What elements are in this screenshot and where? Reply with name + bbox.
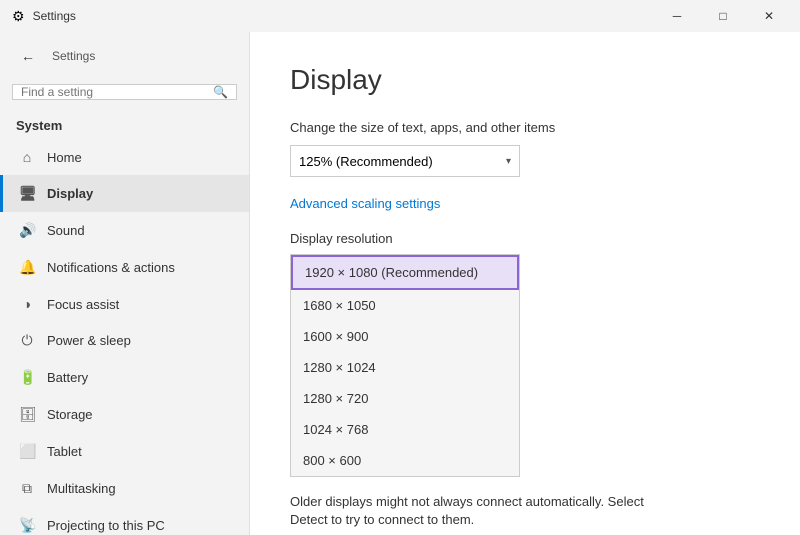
scale-chevron-icon: ▾ <box>506 156 511 167</box>
sidebar-item-focus[interactable]: ◑ Focus assist <box>0 286 249 322</box>
sidebar-item-tablet[interactable]: ⬜ Tablet <box>0 433 249 470</box>
page-title: Display <box>290 64 760 96</box>
sidebar-item-label-focus: Focus assist <box>47 297 119 312</box>
sidebar-item-battery[interactable]: 🔋 Battery <box>0 359 249 396</box>
sidebar-item-label-notifications: Notifications & actions <box>47 260 175 275</box>
maximize-button[interactable]: □ <box>700 0 746 32</box>
app-body: ← Settings 🔍 System ⌂ Home 🖥 Display 🔊 S… <box>0 32 800 535</box>
search-box[interactable]: 🔍 <box>12 84 237 100</box>
settings-icon: ⚙ <box>12 8 25 25</box>
detect-note: Older displays might not always connect … <box>290 493 650 529</box>
resolution-dropdown-wrapper: 1920 × 1080 (Recommended) 1680 × 1050 16… <box>290 254 520 477</box>
sidebar-section-label: System <box>0 112 249 139</box>
sidebar-item-sound[interactable]: 🔊 Sound <box>0 212 249 249</box>
back-button[interactable]: ← <box>12 40 44 72</box>
content-area: Display Change the size of text, apps, a… <box>250 32 800 535</box>
sidebar-item-label-battery: Battery <box>47 370 88 385</box>
resolution-option-1024[interactable]: 1024 × 768 <box>291 414 519 445</box>
title-bar-left: ⚙ Settings <box>12 8 76 25</box>
advanced-scaling-link[interactable]: Advanced scaling settings <box>290 196 440 211</box>
sidebar-item-label-display: Display <box>47 186 93 201</box>
sidebar-item-label-projecting: Projecting to this PC <box>47 518 165 533</box>
sidebar-item-power[interactable]: ⏻ Power & sleep <box>0 322 249 359</box>
home-icon: ⌂ <box>19 149 35 165</box>
sidebar-item-label-multitasking: Multitasking <box>47 481 116 496</box>
resolution-dropdown-open[interactable]: 1920 × 1080 (Recommended) 1680 × 1050 16… <box>290 254 520 477</box>
projecting-icon: 📡 <box>19 517 35 534</box>
sidebar-item-label-power: Power & sleep <box>47 333 131 348</box>
tablet-icon: ⬜ <box>19 443 35 460</box>
sidebar-item-projecting[interactable]: 📡 Projecting to this PC <box>0 507 249 535</box>
resolution-label: Display resolution <box>290 231 760 246</box>
sidebar-item-label-sound: Sound <box>47 223 85 238</box>
back-icon: ← <box>21 48 35 64</box>
sidebar-item-storage[interactable]: 🗄 Storage <box>0 396 249 433</box>
resolution-option-1680[interactable]: 1680 × 1050 <box>291 290 519 321</box>
scale-value: 125% (Recommended) <box>299 154 433 169</box>
battery-icon: 🔋 <box>19 369 35 386</box>
scale-section-label: Change the size of text, apps, and other… <box>290 120 760 135</box>
minimize-button[interactable]: ─ <box>654 0 700 32</box>
scale-dropdown[interactable]: 125% (Recommended) ▾ <box>290 145 520 177</box>
search-input[interactable] <box>21 85 213 99</box>
storage-icon: 🗄 <box>19 406 35 423</box>
resolution-option-1600[interactable]: 1600 × 900 <box>291 321 519 352</box>
resolution-option-1920[interactable]: 1920 × 1080 (Recommended) <box>291 255 519 290</box>
sidebar-item-label-tablet: Tablet <box>47 444 82 459</box>
power-icon: ⏻ <box>19 332 35 349</box>
resolution-option-1280x1024[interactable]: 1280 × 1024 <box>291 352 519 383</box>
title-bar-controls: ─ □ ✕ <box>654 0 792 32</box>
display-icon: 🖥 <box>19 185 35 202</box>
multitasking-icon: ⧉ <box>19 480 35 497</box>
sidebar-nav-top: ← Settings <box>0 32 249 80</box>
sidebar-item-label-home: Home <box>47 150 82 165</box>
sound-icon: 🔊 <box>19 222 35 239</box>
title-bar-title: Settings <box>33 9 76 23</box>
sidebar-item-notifications[interactable]: 🔔 Notifications & actions <box>0 249 249 286</box>
search-icon: 🔍 <box>213 85 228 99</box>
focus-icon: ◑ <box>19 296 35 312</box>
sidebar-item-multitasking[interactable]: ⧉ Multitasking <box>0 470 249 507</box>
resolution-option-800[interactable]: 800 × 600 <box>291 445 519 476</box>
close-button[interactable]: ✕ <box>746 0 792 32</box>
sidebar-item-label-storage: Storage <box>47 407 93 422</box>
title-bar: ⚙ Settings ─ □ ✕ <box>0 0 800 32</box>
resolution-option-1280x720[interactable]: 1280 × 720 <box>291 383 519 414</box>
notifications-icon: 🔔 <box>19 259 35 276</box>
sidebar-item-display[interactable]: 🖥 Display <box>0 175 249 212</box>
sidebar: ← Settings 🔍 System ⌂ Home 🖥 Display 🔊 S… <box>0 32 250 535</box>
sidebar-item-home[interactable]: ⌂ Home <box>0 139 249 175</box>
sidebar-nav-title: Settings <box>52 49 95 63</box>
